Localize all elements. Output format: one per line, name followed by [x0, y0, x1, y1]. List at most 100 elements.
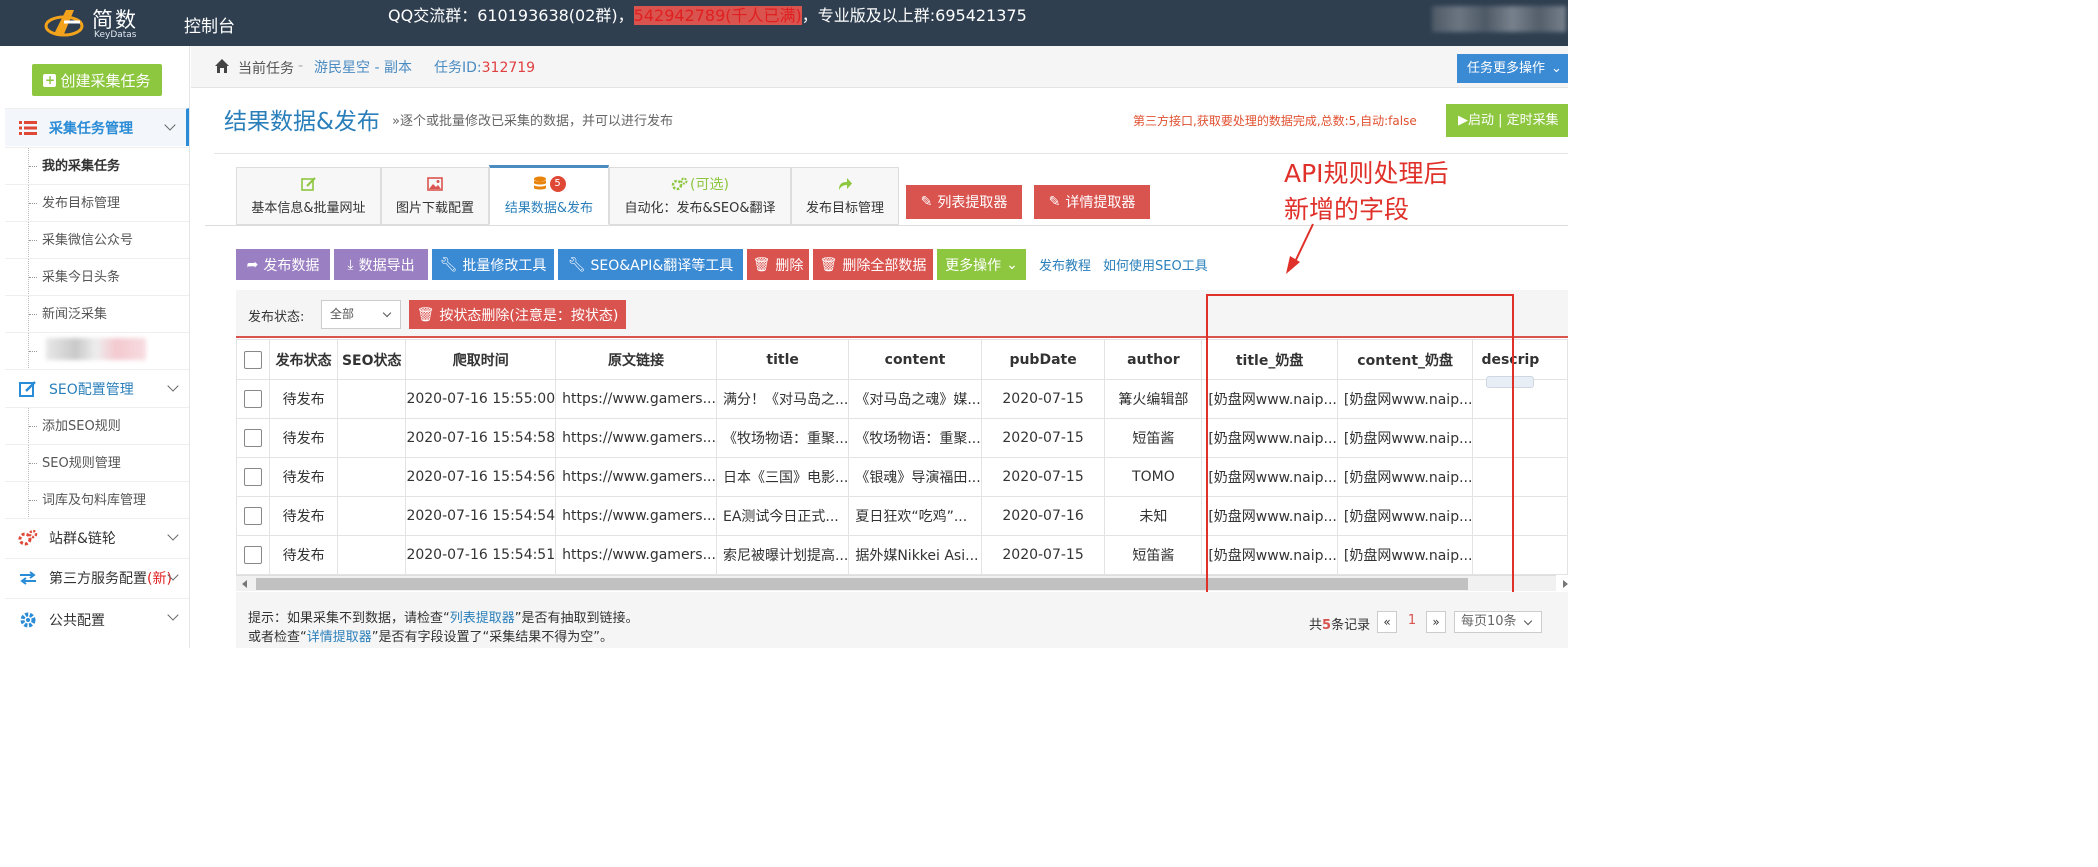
sidebar-item-wechat[interactable]: 采集微信公众号: [5, 221, 189, 259]
sidebar-item-lexicon[interactable]: 词库及句料库管理: [5, 481, 189, 519]
sidebar-item-news[interactable]: 新闻泛采集: [5, 295, 189, 333]
column-header[interactable]: content: [848, 339, 982, 380]
share-icon: ➦: [246, 256, 259, 273]
tip2-text-a: 或者检查“: [248, 630, 307, 645]
tip-list-extractor-link[interactable]: 列表提取器: [450, 611, 515, 626]
list-icon: [17, 119, 39, 137]
column-header[interactable]: 爬取时间: [405, 339, 557, 380]
column-header[interactable]: title: [715, 339, 850, 380]
batch-edit-button[interactable]: 🔧︎ 批量修改工具: [432, 249, 554, 280]
sidebar-item-publish-targets[interactable]: 发布目标管理: [5, 184, 189, 222]
row-select-cell[interactable]: [236, 535, 271, 575]
tab-automation[interactable]: (可选) 自动化：发布&SEO&翻译: [609, 167, 791, 225]
gears-icon: [17, 529, 39, 547]
breadcrumb-task-name[interactable]: 游民星空 - 副本: [314, 57, 412, 77]
tab-image-download[interactable]: 图片下载配置: [381, 167, 489, 225]
start-schedule-button[interactable]: ▶启动 | 定时采集: [1446, 104, 1568, 137]
share-icon: [837, 173, 853, 195]
sidebar-section-public-label: 公共配置: [49, 612, 105, 629]
seo-api-tools-button[interactable]: 🔧︎ SEO&API&翻译等工具: [558, 249, 743, 280]
annotation-line-1: API规则处理后: [1284, 159, 1449, 188]
sidebar-item-seo-rules[interactable]: SEO规则管理: [5, 444, 189, 482]
table-cell: 满分！《对马岛之...: [715, 379, 850, 419]
logo[interactable]: 简数 KeyDatas: [40, 2, 160, 44]
list-extractor-button[interactable]: ✎ 列表提取器: [906, 185, 1022, 219]
table-cell[interactable]: https://www.gamers...: [555, 418, 717, 458]
tab-basic-info[interactable]: 基本信息&批量网址: [236, 167, 381, 225]
sidebar-section-public[interactable]: 公共配置: [5, 598, 189, 640]
select-all-checkbox[interactable]: [244, 350, 263, 369]
sidebar-item-toutiao[interactable]: 采集今日头条: [5, 258, 189, 296]
table-cell: [337, 379, 407, 419]
gears-icon: (可选): [671, 173, 729, 195]
tab-publish-targets[interactable]: 发布目标管理: [791, 167, 899, 225]
export-data-button[interactable]: ⤓ 数据导出: [334, 249, 428, 280]
seo-api-tools-label: SEO&API&翻译等工具: [590, 257, 734, 274]
console-link[interactable]: 控制台: [184, 12, 235, 37]
table-cell[interactable]: https://www.gamers...: [555, 496, 717, 536]
column-header[interactable]: 发布状态: [269, 339, 339, 380]
more-actions-button[interactable]: 更多操作 ⌄: [937, 249, 1026, 280]
sidebar-section-seo-label: SEO配置管理: [49, 381, 134, 398]
trash-icon: 🗑︎: [416, 306, 435, 323]
tab-basic-info-label: 基本信息&批量网址: [251, 201, 366, 216]
page-title: 结果数据&发布: [224, 109, 380, 135]
total-records: 共5条记录: [1309, 614, 1370, 633]
table-cell: 篝火编辑部: [1104, 379, 1203, 419]
row-select-cell[interactable]: [236, 457, 271, 497]
delete-by-status-button[interactable]: 🗑︎ 按状态删除(注意是：按状态): [409, 300, 626, 329]
sidebar-section-station-label: 站群&链轮: [49, 530, 116, 547]
batch-edit-label: 批量修改工具: [462, 257, 547, 274]
sidebar-section-third-party[interactable]: 第三方服务配置 (新): [5, 558, 189, 596]
trash-icon: 🗑︎: [752, 256, 771, 273]
chevron-down-icon: [382, 308, 392, 318]
chevron-down-icon: [167, 380, 179, 392]
scroll-left-icon[interactable]: [242, 580, 247, 588]
table-cell[interactable]: https://www.gamers...: [555, 379, 717, 419]
sidebar-item-add-seo[interactable]: 添加SEO规则: [5, 407, 189, 445]
table-cell: 《牧场物语：重聚...: [848, 418, 982, 458]
row-checkbox[interactable]: [244, 507, 263, 525]
tab-result-data[interactable]: 5 结果数据&发布: [489, 165, 609, 225]
prev-page-button[interactable]: «: [1377, 611, 1397, 633]
next-page-button[interactable]: »: [1426, 611, 1446, 633]
tip-detail-extractor-link[interactable]: 详情提取器: [307, 630, 372, 645]
scroll-right-icon[interactable]: [1563, 580, 1568, 588]
select-all-cell[interactable]: [236, 339, 271, 380]
sidebar-item-my-tasks[interactable]: 我的采集任务: [5, 147, 189, 185]
publish-tutorial-link[interactable]: 发布教程: [1039, 255, 1091, 274]
row-select-cell[interactable]: [236, 379, 271, 419]
user-menu-blurred[interactable]: [1432, 6, 1566, 32]
current-page[interactable]: 1: [1402, 611, 1422, 633]
row-checkbox[interactable]: [244, 429, 263, 447]
exchange-icon: [17, 569, 39, 587]
delete-button[interactable]: 🗑︎ 删除: [747, 249, 809, 280]
row-checkbox[interactable]: [244, 390, 263, 408]
table-cell: 短笛酱: [1104, 418, 1203, 458]
sidebar-section-station[interactable]: 站群&链轮: [5, 518, 189, 556]
task-more-ops-button[interactable]: 任务更多操作 ⌄: [1457, 54, 1568, 83]
delete-all-button[interactable]: 🗑︎ 删除全部数据: [813, 249, 933, 280]
seo-howto-link[interactable]: 如何使用SEO工具: [1103, 255, 1208, 274]
logo-icon: [44, 10, 84, 37]
column-header[interactable]: 原文链接: [555, 339, 717, 380]
row-select-cell[interactable]: [236, 418, 271, 458]
publish-data-button[interactable]: ➦ 发布数据: [236, 249, 330, 280]
row-checkbox[interactable]: [244, 468, 263, 486]
row-select-cell[interactable]: [236, 496, 271, 536]
column-header[interactable]: pubDate: [980, 339, 1106, 380]
row-checkbox[interactable]: [244, 546, 263, 564]
delete-all-label: 删除全部数据: [842, 257, 927, 274]
table-cell[interactable]: https://www.gamers...: [555, 535, 717, 575]
page-size-select[interactable]: 每页10条: [1454, 611, 1542, 633]
column-header[interactable]: author: [1104, 339, 1203, 380]
create-task-button[interactable]: + 创建采集任务: [32, 64, 162, 96]
detail-extractor-button[interactable]: ✎ 详情提取器: [1034, 185, 1150, 219]
table-cell[interactable]: https://www.gamers...: [555, 457, 717, 497]
column-header[interactable]: SEO状态: [337, 339, 407, 380]
sidebar-section-collect[interactable]: 采集任务管理: [5, 108, 189, 146]
publish-status-select[interactable]: 全部: [321, 300, 401, 329]
delete-by-status-label: 按状态删除(注意是：按状态): [439, 307, 619, 324]
chevron-down-icon: [1523, 616, 1533, 626]
sidebar-section-seo[interactable]: SEO配置管理: [5, 369, 189, 407]
